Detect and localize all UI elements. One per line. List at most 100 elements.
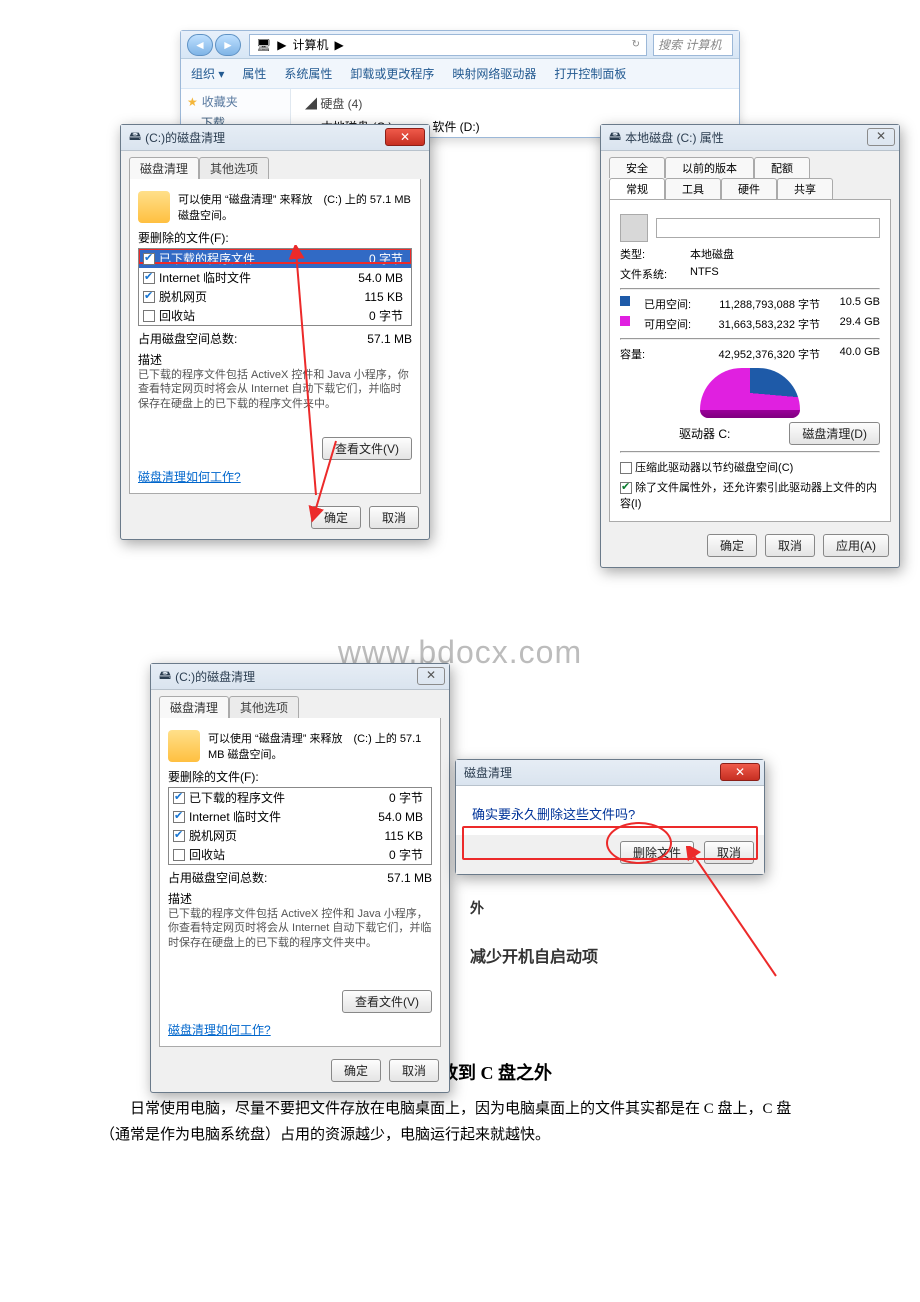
search-input[interactable]: 搜索 计算机 bbox=[653, 34, 733, 56]
checkbox[interactable] bbox=[173, 849, 185, 861]
control-panel-button[interactable]: 打开控制面板 bbox=[554, 65, 626, 82]
ext-text-startup: 减少开机自启动项 bbox=[470, 943, 598, 967]
cleanup-icon bbox=[138, 191, 170, 223]
total-label: 占用磁盘空间总数: bbox=[138, 330, 237, 347]
ok-button[interactable]: 确定 bbox=[311, 506, 361, 529]
files-label: 要删除的文件(F): bbox=[168, 768, 432, 785]
tab-cleanup[interactable]: 磁盘清理 bbox=[159, 696, 229, 718]
file-row[interactable]: 已下载的程序文件0 字节 bbox=[169, 788, 431, 807]
compress-label: 压缩此驱动器以节约磁盘空间(C) bbox=[635, 462, 793, 474]
cancel-button[interactable]: 取消 bbox=[369, 506, 419, 529]
how-link[interactable]: 磁盘清理如何工作? bbox=[138, 470, 241, 484]
forward-button[interactable]: ► bbox=[215, 34, 241, 56]
dialog-title-text: (C:)的磁盘清理 bbox=[145, 129, 225, 146]
checkbox[interactable] bbox=[173, 811, 185, 823]
close-button[interactable]: ✕ bbox=[720, 763, 760, 781]
cancel-button[interactable]: 取消 bbox=[765, 534, 815, 557]
favorites-heading: ★收藏夹 bbox=[187, 93, 284, 110]
checkbox[interactable] bbox=[173, 830, 185, 842]
tab-other[interactable]: 其他选项 bbox=[229, 696, 299, 718]
files-label: 要删除的文件(F): bbox=[138, 229, 412, 246]
tab-cleanup[interactable]: 磁盘清理 bbox=[129, 157, 199, 179]
free-gb: 29.4 GB bbox=[830, 316, 880, 332]
tab-other[interactable]: 其他选项 bbox=[199, 157, 269, 179]
type-value: 本地磁盘 bbox=[690, 246, 734, 262]
tab-previous-versions[interactable]: 以前的版本 bbox=[665, 157, 754, 178]
file-row[interactable]: Service Pack 备份文件0 字节 bbox=[169, 864, 431, 865]
close-button[interactable]: ✕ bbox=[385, 128, 425, 146]
ok-button[interactable]: 确定 bbox=[707, 534, 757, 557]
file-row[interactable]: 脱机网页115 KB bbox=[169, 826, 431, 845]
compress-checkbox[interactable] bbox=[620, 462, 632, 474]
view-files-button[interactable]: 查看文件(V) bbox=[322, 437, 412, 460]
ext-text-outside: 外 bbox=[470, 898, 484, 918]
index-label: 除了文件属性外，还允许索引此驱动器上文件的内容(I) bbox=[620, 482, 877, 510]
file-row[interactable]: 回收站0 字节 bbox=[139, 306, 411, 325]
desc-text: 已下载的程序文件包括 ActiveX 控件和 Java 小程序，你查看特定网页时… bbox=[138, 368, 412, 411]
checkbox[interactable] bbox=[143, 272, 155, 284]
tab-sharing[interactable]: 共享 bbox=[777, 178, 833, 199]
apply-button[interactable]: 应用(A) bbox=[823, 534, 889, 557]
explorer-titlebar: ◄ ► 🖥 ▶ 计算机 ▶ ↻ 搜索 计算机 bbox=[181, 31, 739, 59]
cleanup-desc: 可以使用 “磁盘清理” 来释放 (C:) 上的 57.1 MB 磁盘空间。 bbox=[178, 191, 412, 223]
confirm-delete-dialog: 磁盘清理 ✕ 确实要永久删除这些文件吗? 删除文件 取消 bbox=[455, 759, 765, 875]
how-link[interactable]: 磁盘清理如何工作? bbox=[168, 1023, 271, 1037]
file-row[interactable]: 脱机网页115 KB bbox=[139, 287, 411, 306]
dialog-title: 🖴 本地磁盘 (C:) 属性 ✕ bbox=[601, 125, 899, 151]
organize-menu[interactable]: 组织 ▾ bbox=[191, 65, 224, 82]
computer-icon: 🖥 bbox=[256, 38, 271, 52]
properties-button[interactable]: 属性 bbox=[242, 65, 266, 82]
disk-cleanup-dialog: 🖴 (C:)的磁盘清理 ✕ 磁盘清理 其他选项 可以使用 “磁盘清理” 来释放 … bbox=[120, 124, 430, 540]
back-button[interactable]: ◄ bbox=[187, 34, 213, 56]
drive-d[interactable]: 软件 (D:) bbox=[432, 118, 479, 135]
dialog-title: 🖴 (C:)的磁盘清理 ✕ bbox=[121, 125, 429, 151]
desc-label: 描述 bbox=[138, 351, 412, 368]
drive-label: 驱动器 C: bbox=[679, 425, 730, 442]
map-drive-button[interactable]: 映射网络驱动器 bbox=[452, 65, 536, 82]
explorer-toolbar: 组织 ▾ 属性 系统属性 卸载或更改程序 映射网络驱动器 打开控制面板 bbox=[181, 59, 739, 89]
tab-security[interactable]: 安全 bbox=[609, 157, 665, 178]
breadcrumb[interactable]: 🖥 ▶ 计算机 ▶ ↻ bbox=[249, 34, 647, 56]
file-row[interactable]: Internet 临时文件54.0 MB bbox=[169, 807, 431, 826]
desc-text: 已下载的程序文件包括 ActiveX 控件和 Java 小程序，你查看特定网页时… bbox=[168, 907, 432, 950]
cancel-button[interactable]: 取消 bbox=[389, 1059, 439, 1082]
tab-quota[interactable]: 配额 bbox=[754, 157, 810, 178]
dialog-title: 🖴 (C:)的磁盘清理 ✕ bbox=[151, 664, 449, 690]
ok-button[interactable]: 确定 bbox=[331, 1059, 381, 1082]
drive-name-input[interactable] bbox=[656, 218, 880, 238]
breadcrumb-text: 计算机 bbox=[292, 36, 328, 53]
index-checkbox[interactable] bbox=[620, 482, 632, 494]
disk-cleanup-button[interactable]: 磁盘清理(D) bbox=[789, 422, 880, 445]
tab-hardware[interactable]: 硬件 bbox=[721, 178, 777, 199]
cleanup-icon bbox=[168, 730, 200, 762]
close-button[interactable]: ✕ bbox=[417, 667, 445, 685]
disk-cleanup-dialog-2: 🖴 (C:)的磁盘清理 ✕ 磁盘清理 其他选项 可以使用 “磁盘清理” 来释放 … bbox=[150, 663, 450, 1093]
checkbox[interactable] bbox=[143, 310, 155, 322]
refresh-icon[interactable]: ↻ bbox=[632, 39, 640, 50]
drive-properties-dialog: 🖴 本地磁盘 (C:) 属性 ✕ 安全 以前的版本 配额 常规 工具 硬件 共享… bbox=[600, 124, 900, 568]
file-list[interactable]: 已下载的程序文件0 字节 Internet 临时文件54.0 MB 脱机网页11… bbox=[168, 787, 432, 865]
file-list[interactable]: 已下载的程序文件0 字节 Internet 临时文件54.0 MB 脱机网页11… bbox=[138, 248, 412, 326]
tab-general[interactable]: 常规 bbox=[609, 178, 665, 199]
used-label: 已用空间: bbox=[644, 296, 704, 312]
dialog-title-text: (C:)的磁盘清理 bbox=[175, 668, 255, 685]
close-button[interactable]: ✕ bbox=[867, 128, 895, 146]
file-row[interactable]: Internet 临时文件54.0 MB bbox=[139, 268, 411, 287]
drive-icon: 🖴 bbox=[129, 127, 141, 148]
cleanup-desc: 可以使用 “磁盘清理” 来释放 (C:) 上的 57.1 MB 磁盘空间。 bbox=[208, 730, 432, 762]
drive-icon: 🖴 bbox=[609, 127, 621, 148]
system-properties-button[interactable]: 系统属性 bbox=[284, 65, 332, 82]
view-files-button[interactable]: 查看文件(V) bbox=[342, 990, 432, 1013]
checkbox[interactable] bbox=[173, 792, 185, 804]
checkbox[interactable] bbox=[143, 253, 155, 265]
total-label: 占用磁盘空间总数: bbox=[168, 869, 267, 886]
breadcrumb-sep: ▶ bbox=[334, 38, 343, 52]
checkbox[interactable] bbox=[143, 291, 155, 303]
file-row[interactable]: 回收站0 字节 bbox=[169, 845, 431, 864]
dialog-title-text: 磁盘清理 bbox=[464, 764, 512, 781]
capacity-pie-chart bbox=[700, 368, 800, 418]
free-label: 可用空间: bbox=[644, 316, 704, 332]
file-row[interactable]: Service Pack 备份文件0 字节 bbox=[139, 325, 411, 326]
uninstall-button[interactable]: 卸载或更改程序 bbox=[350, 65, 434, 82]
tab-tools[interactable]: 工具 bbox=[665, 178, 721, 199]
